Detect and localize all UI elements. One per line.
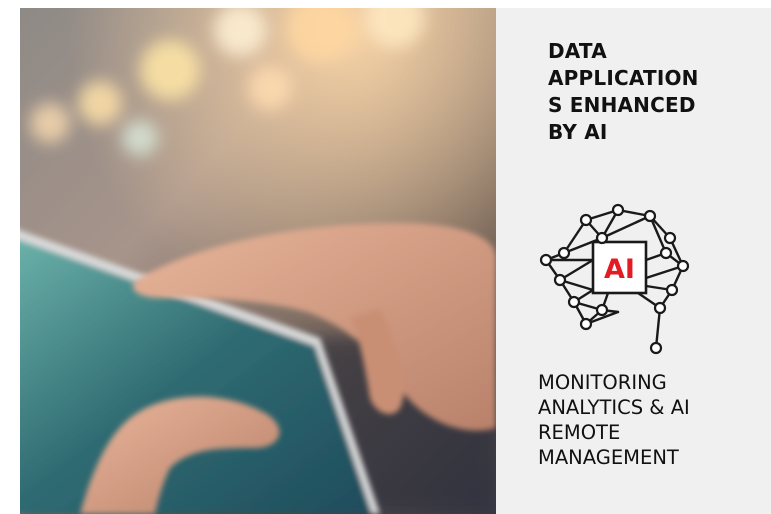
ai-label: AI xyxy=(604,254,635,285)
feature-list: MONITORING ANALYTICS & AI REMOTE MANAGEM… xyxy=(538,370,690,470)
hand-tablet-photo xyxy=(20,8,496,514)
ai-brain-icon: AI xyxy=(538,198,698,358)
feature-item: ANALYTICS & AI xyxy=(538,396,690,419)
panel-title: DATA APPLICATION S ENHANCED BY AI xyxy=(548,39,699,144)
feature-item: REMOTE xyxy=(538,421,621,444)
feature-item: MONITORING xyxy=(538,371,667,394)
info-panel: DATA APPLICATION S ENHANCED BY AI AI MON… xyxy=(496,8,771,514)
feature-item: MANAGEMENT xyxy=(538,446,679,469)
